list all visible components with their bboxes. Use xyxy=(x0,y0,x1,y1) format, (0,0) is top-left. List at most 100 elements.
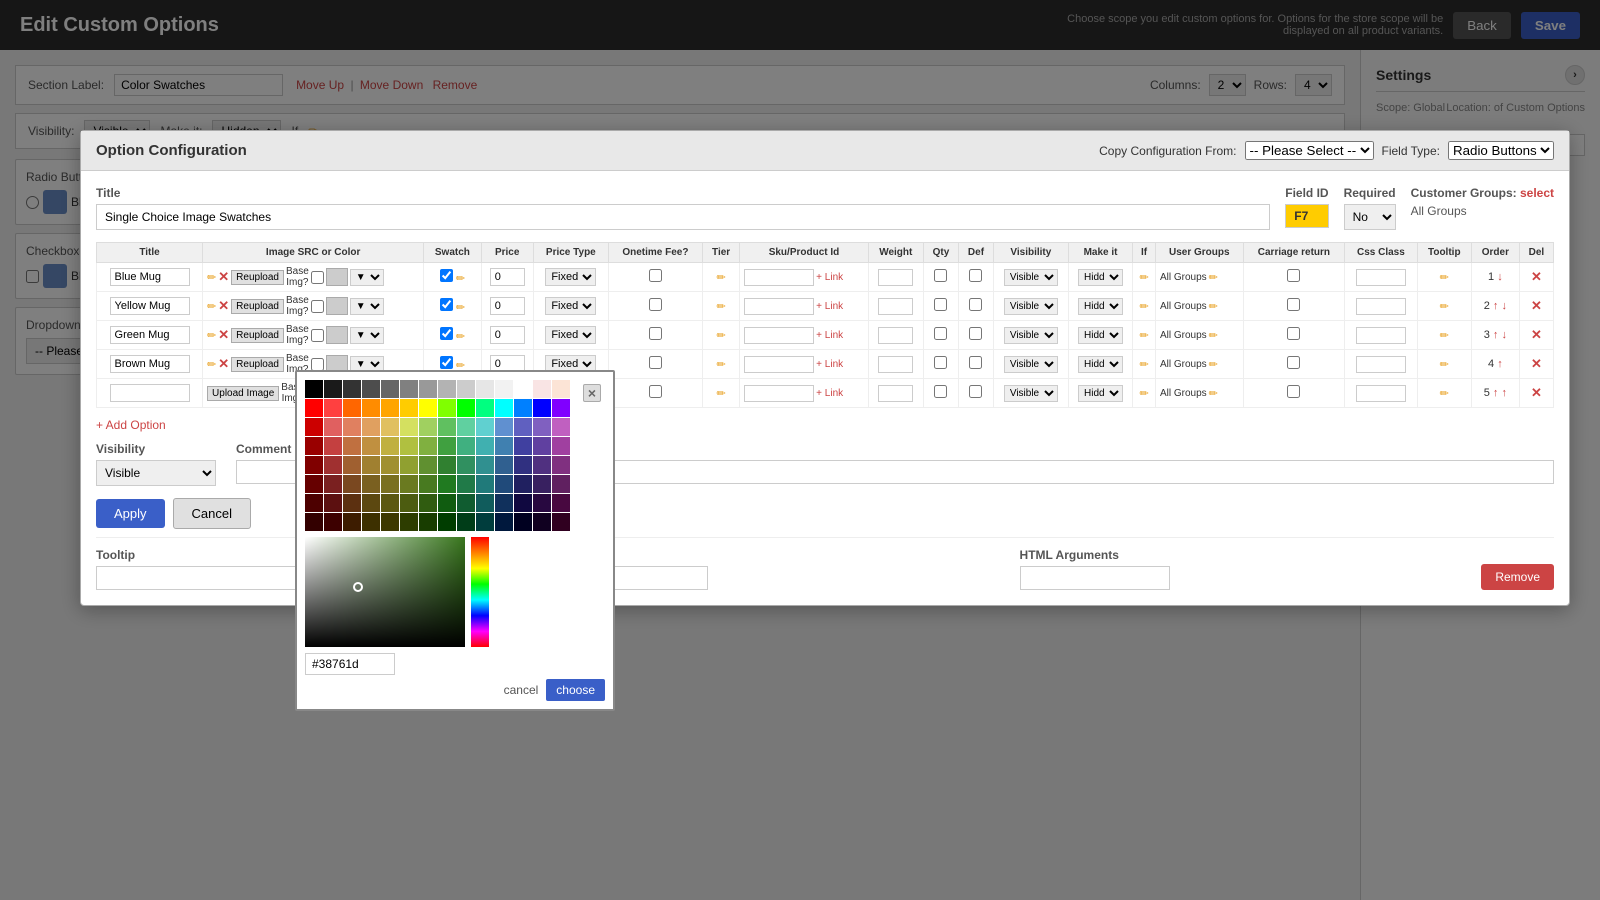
color-choose-button[interactable]: choose xyxy=(546,679,605,701)
option-title-0[interactable] xyxy=(110,268,190,286)
price-type-0[interactable]: Fixed xyxy=(545,268,596,286)
css-class-input-0[interactable] xyxy=(1356,269,1406,286)
color-swatch-cell[interactable] xyxy=(419,494,437,512)
color-swatch-cell[interactable] xyxy=(343,475,361,493)
color-swatch-cell[interactable] xyxy=(324,418,342,436)
color-swatch-cell[interactable] xyxy=(305,418,323,436)
color-swatch-cell[interactable] xyxy=(495,437,513,455)
remove-icon-2[interactable]: ✕ xyxy=(218,327,229,343)
def-check-3[interactable] xyxy=(969,356,982,369)
color-swatch-cell[interactable] xyxy=(476,475,494,493)
base-img-check-3[interactable] xyxy=(311,358,324,371)
def-check-4[interactable] xyxy=(969,385,982,398)
color-swatch-cell[interactable] xyxy=(438,513,456,531)
make-it-sel-4[interactable]: Hidd xyxy=(1078,385,1123,402)
color-swatch-cell[interactable] xyxy=(381,456,399,474)
color-swatch-cell[interactable] xyxy=(533,380,551,398)
option-title-4[interactable] xyxy=(110,384,190,402)
color-swatch-cell[interactable] xyxy=(514,437,532,455)
color-swatch-cell[interactable] xyxy=(400,418,418,436)
required-select[interactable]: No xyxy=(1344,204,1396,230)
def-check-0[interactable] xyxy=(969,269,982,282)
color-swatch-cell[interactable] xyxy=(438,494,456,512)
color-swatch-cell[interactable] xyxy=(514,513,532,531)
color-swatch-cell[interactable] xyxy=(438,399,456,417)
tier-pencil-4[interactable]: ✏ xyxy=(717,388,726,400)
make-it-sel-2[interactable]: Hidd xyxy=(1078,327,1123,344)
color-swatch-cell[interactable] xyxy=(457,456,475,474)
qty-check-2[interactable] xyxy=(934,327,947,340)
price-input-2[interactable] xyxy=(490,326,525,344)
color-swatch-cell[interactable] xyxy=(324,494,342,512)
carriage-check-4[interactable] xyxy=(1287,385,1300,398)
vis-sel-1[interactable]: Visible xyxy=(1004,298,1058,315)
if-pencil-0[interactable]: ✏ xyxy=(1139,272,1148,284)
img-sel-0[interactable]: ▼ xyxy=(350,269,384,286)
price-input-0[interactable] xyxy=(490,268,525,286)
color-swatch-cell[interactable] xyxy=(381,494,399,512)
color-swatch-cell[interactable] xyxy=(381,418,399,436)
option-title-1[interactable] xyxy=(110,297,190,315)
color-swatch-cell[interactable] xyxy=(400,475,418,493)
color-swatch-cell[interactable] xyxy=(400,513,418,531)
qty-check-1[interactable] xyxy=(934,298,947,311)
color-swatch-cell[interactable] xyxy=(476,494,494,512)
color-swatch-cell[interactable] xyxy=(514,494,532,512)
color-swatch-cell[interactable] xyxy=(362,399,380,417)
order-down-1[interactable]: ↓ xyxy=(1501,300,1507,312)
color-swatch-cell[interactable] xyxy=(343,456,361,474)
color-swatch-cell[interactable] xyxy=(324,513,342,531)
color-swatch-cell[interactable] xyxy=(533,456,551,474)
color-swatch-cell[interactable] xyxy=(305,437,323,455)
color-swatch-cell[interactable] xyxy=(400,456,418,474)
tooltip-pencil-1[interactable]: ✏ xyxy=(1440,301,1449,313)
color-swatch-cell[interactable] xyxy=(362,437,380,455)
color-swatch-cell[interactable] xyxy=(552,399,570,417)
del-icon-2[interactable]: ✕ xyxy=(1531,327,1542,342)
color-swatch-cell[interactable] xyxy=(495,380,513,398)
weight-input-1[interactable] xyxy=(878,298,913,315)
color-swatch-cell[interactable] xyxy=(495,418,513,436)
color-swatch-cell[interactable] xyxy=(533,494,551,512)
cancel-button[interactable]: Cancel xyxy=(173,498,251,529)
css-class-input-3[interactable] xyxy=(1356,356,1406,373)
swatch-check-0[interactable] xyxy=(440,269,453,282)
color-swatch-cell[interactable] xyxy=(552,475,570,493)
vis-sel-2[interactable]: Visible xyxy=(1004,327,1058,344)
option-title-2[interactable] xyxy=(110,326,190,344)
color-swatch-cell[interactable] xyxy=(400,437,418,455)
if-pencil-4[interactable]: ✏ xyxy=(1139,388,1148,400)
color-swatch-cell[interactable] xyxy=(324,399,342,417)
option-title-3[interactable] xyxy=(110,355,190,373)
color-swatch-cell[interactable] xyxy=(305,475,323,493)
del-icon-4[interactable]: ✕ xyxy=(1531,385,1542,400)
color-swatch-cell[interactable] xyxy=(476,513,494,531)
color-swatch-cell[interactable] xyxy=(438,475,456,493)
vis-sel-4[interactable]: Visible xyxy=(1004,385,1058,402)
color-swatch-cell[interactable] xyxy=(362,513,380,531)
base-img-check-1[interactable] xyxy=(311,300,324,313)
img-sel-1[interactable]: ▼ xyxy=(350,298,384,315)
color-swatch-cell[interactable] xyxy=(495,494,513,512)
color-cancel-button[interactable]: cancel xyxy=(504,679,539,701)
sku-input-2[interactable] xyxy=(744,327,814,344)
tooltip-pencil-3[interactable]: ✏ xyxy=(1440,359,1449,371)
base-img-check-2[interactable] xyxy=(311,329,324,342)
color-swatch-cell[interactable] xyxy=(343,418,361,436)
remove-icon-1[interactable]: ✕ xyxy=(218,298,229,314)
css-class-input-1[interactable] xyxy=(1356,298,1406,315)
title-input[interactable] xyxy=(96,204,1270,230)
color-swatch-cell[interactable] xyxy=(514,399,532,417)
link-plus-1[interactable]: + Link xyxy=(816,301,843,312)
color-swatch-cell[interactable] xyxy=(476,418,494,436)
color-swatch-cell[interactable] xyxy=(381,437,399,455)
color-swatch-cell[interactable] xyxy=(533,513,551,531)
carriage-check-2[interactable] xyxy=(1287,327,1300,340)
def-check-2[interactable] xyxy=(969,327,982,340)
color-swatch-cell[interactable] xyxy=(381,475,399,493)
color-swatch-cell[interactable] xyxy=(533,475,551,493)
order-up-4[interactable]: ↑ xyxy=(1493,387,1499,399)
order-up-last[interactable]: ↑ xyxy=(1501,387,1507,399)
sku-input-0[interactable] xyxy=(744,269,814,286)
order-up-1[interactable]: ↑ xyxy=(1493,300,1499,312)
